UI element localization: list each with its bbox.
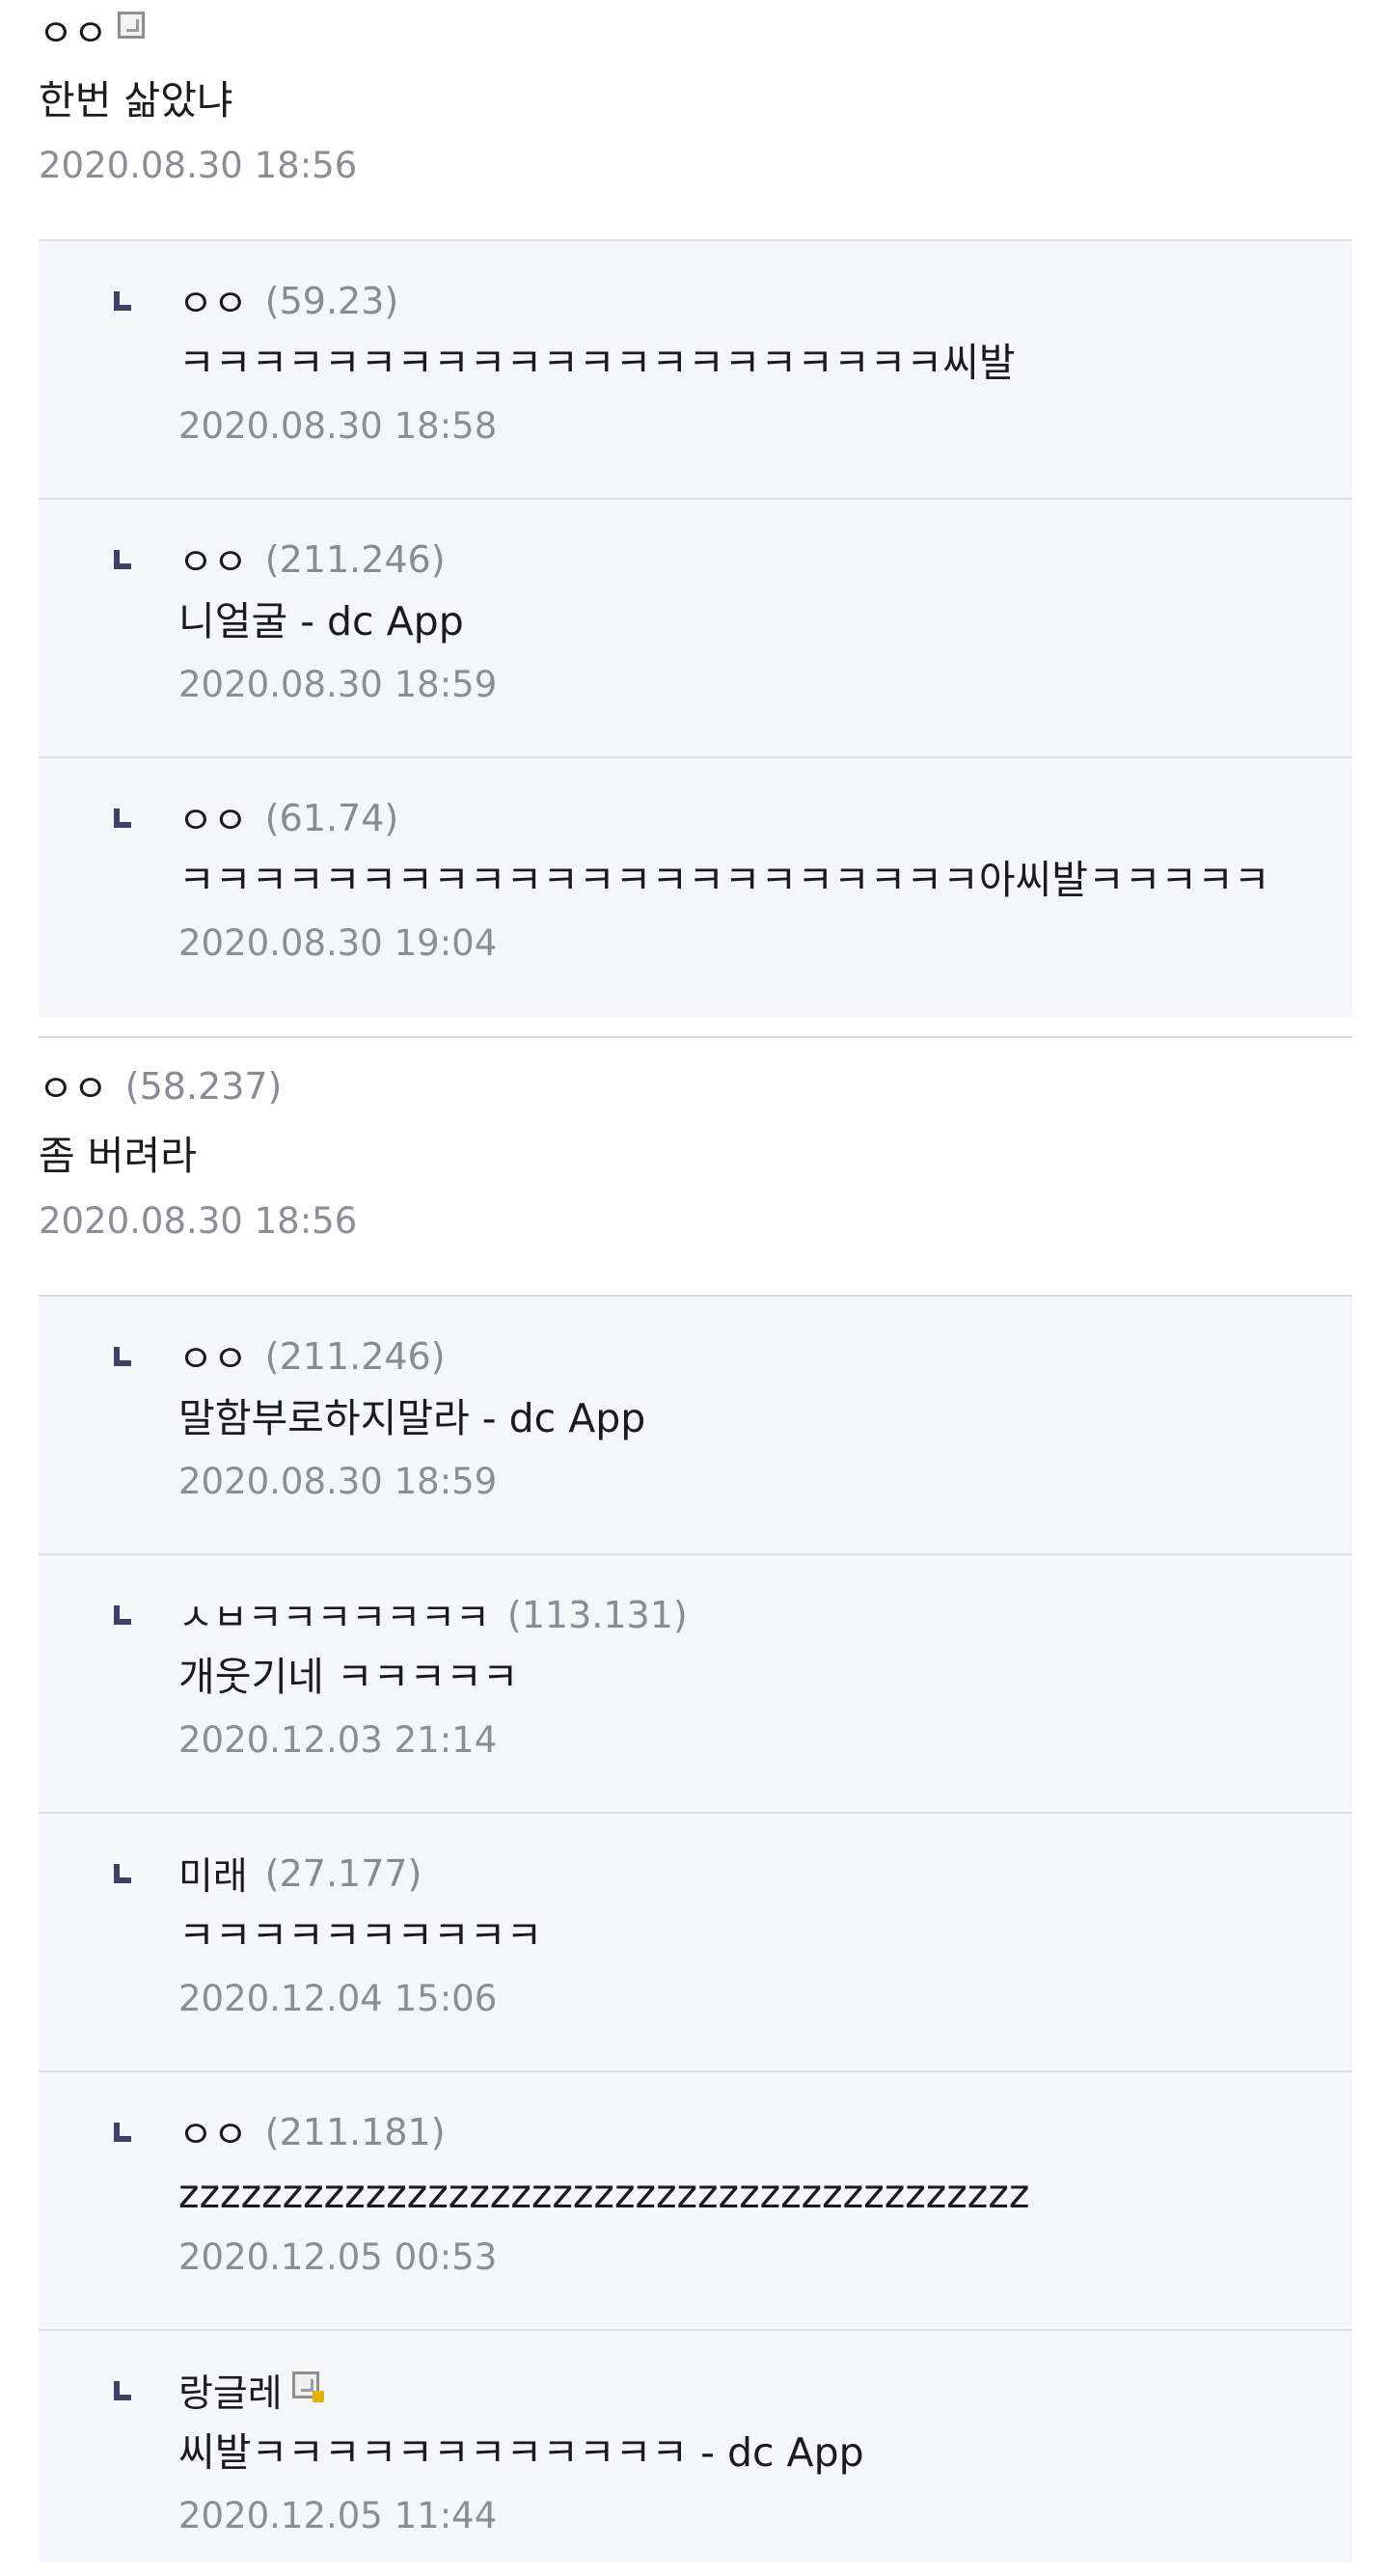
reply-date: 2020.08.30 19:04	[178, 922, 498, 964]
comment-date: 2020.08.30 18:56	[39, 145, 358, 186]
comment-nickname[interactable]: ㅇㅇ	[39, 4, 108, 58]
reply-item: ㅅㅂㅋㅋㅋㅋㅋㅋㅋ (113.131) 개웃기네 ㅋㅋㅋㅋㅋ 2020.12.0…	[39, 1555, 1352, 1814]
gallery-nick-icon	[117, 12, 145, 39]
reply-nickname[interactable]: ㅇㅇ	[178, 274, 248, 328]
reply-date: 2020.08.30 18:58	[178, 405, 498, 447]
reply-nickname[interactable]: ㅅㅂㅋㅋㅋㅋㅋㅋㅋ	[178, 1588, 490, 1642]
reply-item: 미래 (27.177) ㅋㅋㅋㅋㅋㅋㅋㅋㅋㅋ 2020.12.04 15:06	[39, 1814, 1352, 2072]
reply-arrow-icon	[114, 2123, 131, 2142]
reply-date: 2020.12.05 11:44	[178, 2495, 498, 2536]
reply-date: 2020.12.03 21:14	[178, 1719, 498, 1761]
comment: ㅇㅇ 한번 삶았냐 2020.08.30 18:56	[39, 4, 1350, 195]
reply-date: 2020.08.30 18:59	[178, 1461, 498, 1502]
reply-arrow-icon	[114, 1864, 131, 1883]
reply-text: 니얼굴 - dc App	[178, 598, 464, 644]
reply-text: 개웃기네 ㅋㅋㅋㅋㅋ	[178, 1654, 519, 1700]
reply-nickname[interactable]: ㅇㅇ	[178, 533, 248, 587]
reply-arrow-icon	[114, 1605, 131, 1625]
reply-text: ㅋㅋㅋㅋㅋㅋㅋㅋㅋㅋㅋㅋㅋㅋㅋㅋㅋㅋㅋㅋㅋ씨발	[178, 340, 1016, 386]
reply-item: ㅇㅇ (211.246) 말함부로하지말라 - dc App 2020.08.3…	[39, 1297, 1352, 1555]
reply-ip: (113.131)	[506, 1594, 688, 1636]
reply-nickname[interactable]: 미래	[178, 1847, 248, 1901]
reply-text: ㅋㅋㅋㅋㅋㅋㅋㅋㅋㅋ	[178, 1912, 543, 1959]
reply-arrow-icon	[114, 1347, 131, 1366]
reply-item: 랑글레 씨발ㅋㅋㅋㅋㅋㅋㅋㅋㅋㅋㅋㅋ - dc App 2020.12.05 1…	[39, 2331, 1352, 2562]
reply-ip: (27.177)	[264, 1852, 422, 1895]
reply-arrow-icon	[114, 808, 131, 828]
reply-text: zzzzzzzzzzzzzzzzzzzzzzzzzzzzzzzzzzzzzzzz…	[178, 2171, 1030, 2217]
reply-ip: (61.74)	[264, 797, 399, 839]
reply-date: 2020.08.30 18:59	[178, 664, 498, 705]
reply-date: 2020.12.05 00:53	[178, 2236, 498, 2278]
reply-list: ㅇㅇ (211.246) 말함부로하지말라 - dc App 2020.08.3…	[39, 1297, 1352, 2562]
reply-text: 말함부로하지말라 - dc App	[178, 1395, 646, 1441]
reply-ip: (211.246)	[264, 538, 446, 581]
reply-item: ㅇㅇ (59.23) ㅋㅋㅋㅋㅋㅋㅋㅋㅋㅋㅋㅋㅋㅋㅋㅋㅋㅋㅋㅋㅋ씨발 2020.…	[39, 241, 1352, 500]
reply-item: ㅇㅇ (211.246) 니얼굴 - dc App 2020.08.30 18:…	[39, 500, 1352, 758]
reply-arrow-icon	[114, 291, 131, 311]
comment-list: ㅇㅇ 한번 삶았냐 2020.08.30 18:56 ㅇㅇ (59.23) ㅋㅋ…	[0, 0, 1389, 2576]
reply-ip: (59.23)	[264, 280, 399, 322]
fixed-nick-icon	[291, 2371, 324, 2402]
reply-text: 씨발ㅋㅋㅋㅋㅋㅋㅋㅋㅋㅋㅋㅋ - dc App	[178, 2429, 864, 2476]
reply-nickname[interactable]: 랑글레	[178, 2364, 283, 2418]
reply-ip: (211.246)	[264, 1335, 446, 1378]
reply-item: ㅇㅇ (61.74) ㅋㅋㅋㅋㅋㅋㅋㅋㅋㅋㅋㅋㅋㅋㅋㅋㅋㅋㅋㅋㅋㅋ아씨발ㅋㅋㅋㅋ…	[39, 758, 1352, 1017]
reply-arrow-icon	[114, 2381, 131, 2400]
reply-ip: (211.181)	[264, 2111, 446, 2153]
divider	[39, 1036, 1352, 1038]
comment-header: ㅇㅇ	[39, 4, 1350, 58]
reply-item: ㅇㅇ (211.181) zzzzzzzzzzzzzzzzzzzzzzzzzzz…	[39, 2072, 1352, 2331]
reply-nickname[interactable]: ㅇㅇ	[178, 2105, 248, 2159]
reply-arrow-icon	[114, 550, 131, 569]
reply-date: 2020.12.04 15:06	[178, 1978, 498, 2019]
comment-nickname[interactable]: ㅇㅇ	[39, 1059, 108, 1113]
reply-list: ㅇㅇ (59.23) ㅋㅋㅋㅋㅋㅋㅋㅋㅋㅋㅋㅋㅋㅋㅋㅋㅋㅋㅋㅋㅋ씨발 2020.…	[39, 241, 1352, 1017]
comment-date: 2020.08.30 18:56	[39, 1200, 358, 1242]
comment-header: ㅇㅇ (58.237)	[39, 1059, 1350, 1113]
reply-nickname[interactable]: ㅇㅇ	[178, 1329, 248, 1384]
reply-nickname[interactable]: ㅇㅇ	[178, 791, 248, 845]
reply-text: ㅋㅋㅋㅋㅋㅋㅋㅋㅋㅋㅋㅋㅋㅋㅋㅋㅋㅋㅋㅋㅋㅋ아씨발ㅋㅋㅋㅋㅋ	[178, 857, 1270, 903]
comment-text: 좀 버려라	[39, 1133, 197, 1179]
comment-ip: (58.237)	[124, 1065, 283, 1108]
comment-text: 한번 삶았냐	[39, 77, 233, 123]
comment: ㅇㅇ (58.237) 좀 버려라 2020.08.30 18:56	[39, 1059, 1350, 1250]
